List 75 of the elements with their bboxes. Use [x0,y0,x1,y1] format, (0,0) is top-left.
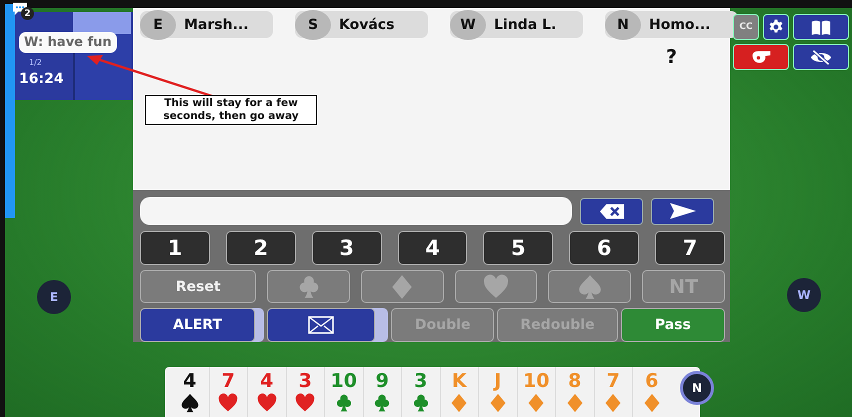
envelope-button[interactable] [267,308,375,342]
annotation-note: This will stay for a few seconds, then go away [145,95,317,125]
board-number: 1/2 [28,58,43,67]
seat-circle: N [605,10,641,40]
reset-button[interactable]: Reset [140,270,256,303]
level-button[interactable]: 3 [312,231,382,265]
seat-circle: E [140,10,176,40]
convention-card-button[interactable]: CC [733,14,759,40]
playing-card[interactable]: K [440,367,478,417]
card-rank: 7 [606,370,620,392]
playing-card[interactable]: 6 [632,367,670,417]
card-rank: 4 [183,370,196,392]
pending-bid: ? [666,46,678,68]
card-rank: 6 [645,370,658,392]
hearts-icon [256,393,278,413]
spades-icon [178,393,201,413]
hearts-icon [483,274,510,300]
card-rank: J [494,370,502,392]
player-name: Homo... [649,16,710,32]
playing-card[interactable]: 7 [594,367,632,417]
card-rank: 9 [376,370,389,392]
settings-icon [768,19,784,35]
playing-card[interactable]: 10 [516,367,555,417]
seat-marker: N [680,371,714,405]
playing-card[interactable]: 7 [208,367,247,417]
player-name: Linda L. [494,16,556,32]
playing-card[interactable]: 4 [247,367,286,417]
envelope-icon [308,316,334,334]
hearts-icon [217,393,240,413]
send-icon [668,202,696,220]
card-rank: 8 [568,370,582,392]
backspace-icon [598,202,624,220]
spades-icon [576,274,603,300]
card-rank: 7 [222,370,235,392]
hearts-icon [294,393,316,413]
card-rank: 3 [414,370,428,392]
seat-marker: E [37,280,71,314]
chat-count-badge: 2 [21,7,34,20]
backspace-button[interactable] [580,198,643,224]
playing-card[interactable]: 3 [286,367,324,417]
whistle-button[interactable] [733,44,789,70]
hide-button[interactable] [793,44,849,70]
level-button[interactable]: 5 [483,231,554,265]
playing-card[interactable]: 8 [555,367,594,417]
book-button[interactable] [793,14,849,40]
send-button[interactable] [651,198,714,224]
card-rank: 4 [260,370,274,392]
level-button[interactable]: 4 [398,231,468,265]
card-rank: 10 [330,370,357,392]
playing-card[interactable]: 9 [362,367,401,417]
playing-card[interactable]: J [478,367,516,417]
eye-slash-icon [810,48,832,66]
clock-time: 16:24 [19,71,65,87]
level-button[interactable]: 7 [655,231,726,265]
card-rank: 10 [523,370,550,392]
level-button[interactable]: 6 [569,231,640,265]
book-icon [811,18,831,36]
level-button[interactable]: 2 [226,231,296,265]
seat-circle: W [450,10,486,40]
whistle-icon [750,50,772,64]
playing-card[interactable]: 10 [324,367,362,417]
card-rank: K [452,370,467,392]
settings-button[interactable] [763,14,789,40]
player-name: Marsh... [184,16,249,32]
seat-circle: S [295,10,331,40]
pass-button[interactable]: Pass [620,308,725,342]
player-name: Kovács [339,16,394,32]
playing-card[interactable]: 3 [401,367,440,417]
alert-button[interactable]: ALERT [140,308,255,342]
level-button[interactable]: 1 [140,231,210,265]
chat-tooltip: W: have fun [19,32,117,53]
seat-marker: W [787,278,821,312]
card-rank: 3 [298,370,312,392]
playing-card[interactable]: 4 [171,367,208,417]
message-field[interactable] [140,197,572,225]
